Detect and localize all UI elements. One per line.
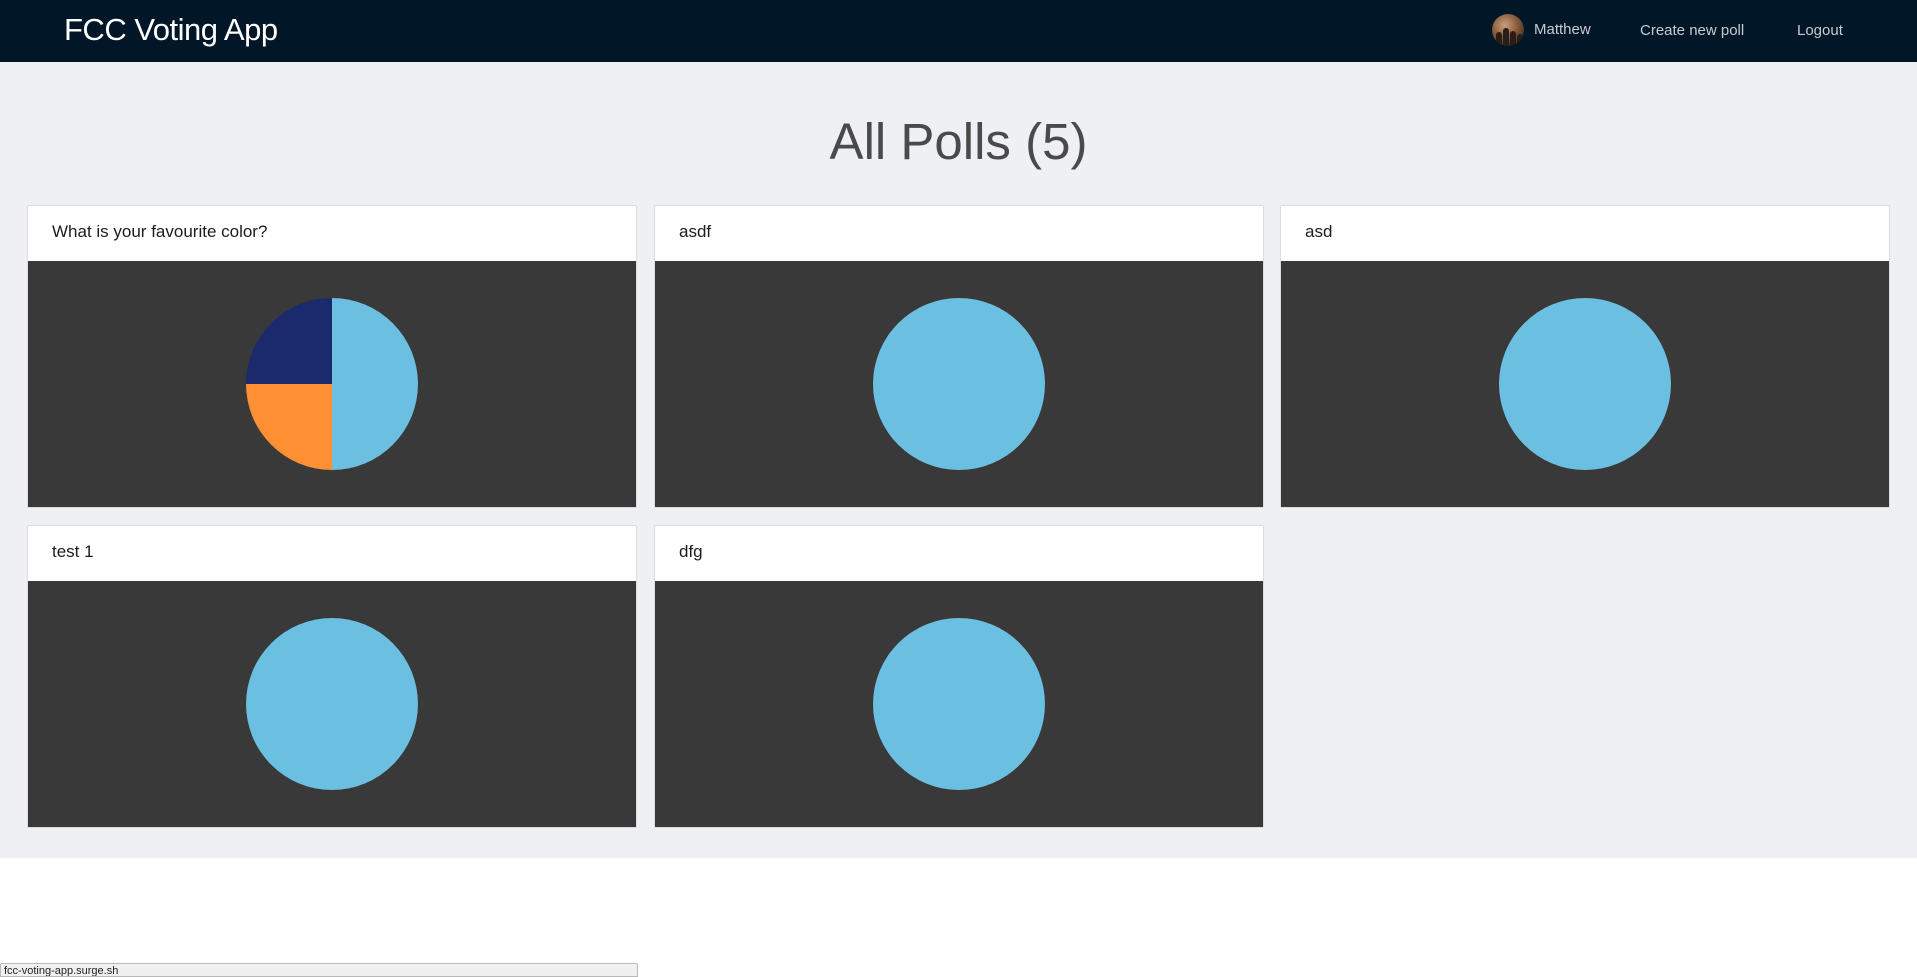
pie-chart-svg <box>246 618 418 790</box>
pie-slice[interactable] <box>246 618 418 790</box>
pie-slice[interactable] <box>246 298 332 384</box>
pie-slice[interactable] <box>873 298 1045 470</box>
pie-chart-svg <box>873 618 1045 790</box>
main-content: All Polls (5) What is your favourite col… <box>0 62 1917 858</box>
logout-link[interactable]: Logout <box>1797 22 1843 39</box>
app-brand-link[interactable]: FCC Voting App <box>64 11 278 49</box>
poll-title[interactable]: What is your favourite color? <box>52 222 267 242</box>
poll-chart[interactable] <box>28 261 636 507</box>
pie-chart-svg <box>873 298 1045 470</box>
poll-title[interactable]: asd <box>1305 222 1332 242</box>
browser-status-url: fcc-voting-app.surge.sh <box>0 963 638 977</box>
poll-chart[interactable] <box>1281 261 1889 507</box>
pie-chart-svg <box>1499 298 1671 470</box>
pie-slice[interactable] <box>246 384 332 470</box>
poll-card[interactable]: dfg <box>654 525 1264 828</box>
poll-chart[interactable] <box>655 261 1263 507</box>
poll-card[interactable]: test 1 <box>27 525 637 828</box>
poll-chart[interactable] <box>28 581 636 827</box>
create-poll-link[interactable]: Create new poll <box>1640 22 1744 39</box>
poll-card[interactable]: asdf <box>654 205 1264 508</box>
page-title: All Polls (5) <box>829 113 1088 170</box>
nav-username-link[interactable]: Matthew <box>1534 21 1591 38</box>
pie-slice[interactable] <box>873 618 1045 790</box>
pie-slice[interactable] <box>332 298 418 470</box>
poll-title[interactable]: dfg <box>679 542 703 562</box>
pie-chart-svg <box>246 298 418 470</box>
page-footer-area <box>0 858 1917 974</box>
pie-slice[interactable] <box>1499 298 1671 470</box>
poll-card[interactable]: asd <box>1280 205 1890 508</box>
poll-card[interactable]: What is your favourite color? <box>27 205 637 508</box>
poll-title[interactable]: test 1 <box>52 542 94 562</box>
user-avatar-icon[interactable] <box>1492 14 1524 46</box>
poll-chart[interactable] <box>655 581 1263 827</box>
poll-title[interactable]: asdf <box>679 222 711 242</box>
